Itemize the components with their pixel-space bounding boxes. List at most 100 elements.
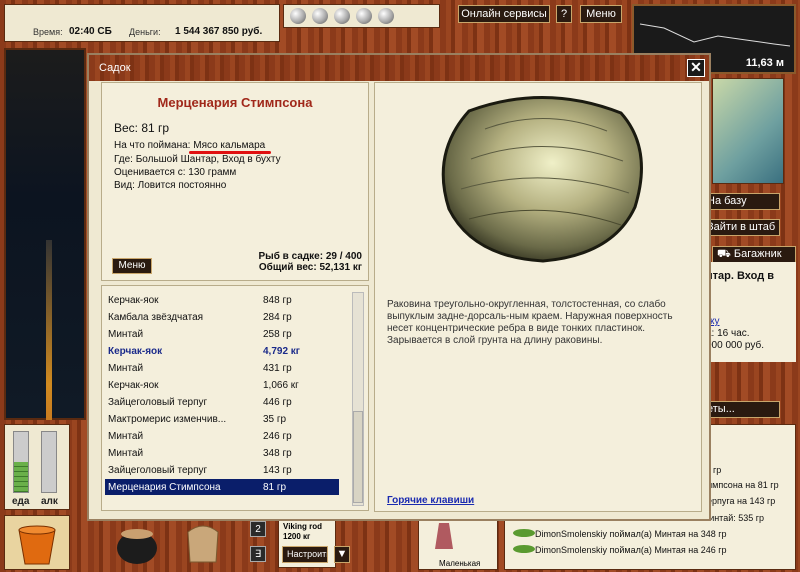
fish-description: Раковина треугольно-округленная, толстос…: [387, 299, 673, 346]
fishing-rod-image: [46, 240, 52, 420]
fish-list-name: Зайцеголовый терпуг: [108, 465, 208, 476]
keepnet-bucket-button[interactable]: [4, 515, 70, 570]
food-meter: [13, 431, 29, 493]
to-base-button[interactable]: На базу: [702, 193, 780, 210]
help-button[interactable]: ?: [556, 5, 572, 23]
fish-weight: Вес: 81 гр: [114, 121, 170, 135]
fish-count: Рыб в садке: 29 / 400: [258, 251, 362, 262]
fish-name: Мерценария Стимпсона: [157, 95, 313, 110]
fish-icon: [513, 545, 535, 553]
fish-list-weight: 35 гр: [263, 414, 287, 425]
fish-list-row[interactable]: Керчак-яок 1,066 кг: [105, 377, 339, 393]
bait-slot-icon[interactable]: [356, 8, 372, 24]
fish-list-row[interactable]: Зайцеголовый терпуг 446 гр: [105, 394, 339, 410]
fish-list-row[interactable]: Камбала звёздчатая 284 гр: [105, 309, 339, 325]
fish-kind: Вид: Ловится постоянно: [114, 180, 227, 191]
caught-on-value: Мясо кальмара: [189, 140, 272, 154]
time-value: 02:40 СБ: [69, 26, 112, 37]
money-value: 1 544 367 850 руб.: [175, 26, 263, 37]
pot-icon[interactable]: [112, 518, 162, 566]
fish-list-name: Минтай: [108, 448, 144, 459]
location-title: нтар. Вход в: [706, 270, 774, 282]
fish-list-name: Керчак-яок: [108, 380, 159, 391]
fish-list-name: Мактромерис изменчив...: [108, 414, 227, 425]
info-money: 000 000 руб.: [706, 340, 764, 351]
alc-label: алк: [41, 496, 58, 507]
fish-list-row[interactable]: Минтай 348 гр: [105, 445, 339, 461]
rod-weight: 1200 кг: [283, 532, 311, 541]
log-line: минтай: 535 гр: [703, 513, 765, 523]
dialog-header: Садок ✕: [89, 55, 709, 81]
rod-name: Viking rod: [283, 522, 322, 531]
fish-list-name: Минтай: [108, 329, 144, 340]
fish-list-row[interactable]: Мерценария Стимпсона 81 гр: [105, 479, 339, 495]
fish-list-row[interactable]: Мактромерис изменчив... 35 гр: [105, 411, 339, 427]
lure-info[interactable]: Маленькая: [418, 518, 498, 570]
online-services-button[interactable]: Онлайн сервисы: [458, 5, 550, 23]
bait-slot-icon[interactable]: [312, 8, 328, 24]
alc-meter: [41, 431, 57, 493]
food-meter-fill: [14, 462, 28, 492]
fish-list-name: Керчак-яок: [108, 346, 163, 357]
log-line: тимпсона на 81 гр: [703, 480, 779, 490]
info-hours: а: 16 час.: [706, 328, 750, 339]
fish-list-name: Керчак-яок: [108, 295, 159, 306]
fish-list-row[interactable]: Керчак-яок 4,792 кг: [105, 343, 339, 359]
setup-button[interactable]: Настроить: [282, 546, 328, 563]
fish-info-panel: Мерценария Стимпсона Вес: 81 гр На что п…: [101, 82, 369, 281]
fish-list-row[interactable]: Зайцеголовый терпуг 143 гр: [105, 462, 339, 478]
close-icon[interactable]: ✕: [687, 59, 705, 77]
fish-list-name: Зайцеголовый терпуг: [108, 397, 208, 408]
list-scrollbar[interactable]: [352, 292, 364, 506]
squid-icon: [435, 523, 453, 549]
water-scene[interactable]: [4, 48, 86, 420]
bait-slot-icon[interactable]: [334, 8, 350, 24]
map-thumbnail[interactable]: [712, 78, 784, 184]
fish-list-row[interactable]: Керчак-яок 848 гр: [105, 292, 339, 308]
bait-slot-icon[interactable]: [290, 8, 306, 24]
fish-list-weight: 848 гр: [263, 295, 292, 306]
depth-value: 11,63 м: [745, 57, 784, 69]
fish-list-weight: 4,792 кг: [263, 346, 300, 357]
fish-list-weight: 284 гр: [263, 312, 292, 323]
bucket-icon: [18, 525, 56, 565]
fish-list-weight: 258 гр: [263, 329, 292, 340]
rod-count-badge[interactable]: 2: [250, 521, 266, 537]
fish-valued-from: Оценивается с: 130 грамм: [114, 167, 237, 178]
sack-icon[interactable]: [180, 518, 226, 566]
fish-list-row[interactable]: Минтай 431 гр: [105, 360, 339, 376]
trunk-label: Багажник: [733, 248, 782, 260]
location-link[interactable]: ку: [710, 316, 720, 327]
food-label: еда: [12, 496, 30, 507]
fish-list-name: Минтай: [108, 363, 144, 374]
more-button[interactable]: еты...: [702, 401, 780, 418]
keepnet-dialog: Садок ✕ Мерценария Стимпсона Вес: 81 гр …: [87, 53, 711, 521]
bait-slot-icon[interactable]: [378, 8, 394, 24]
status-panel: Время: 02:40 СБ Деньги: 1 544 367 850 ру…: [4, 4, 280, 42]
dialog-title: Садок: [99, 62, 131, 74]
fish-list-row[interactable]: Минтай 246 гр: [105, 428, 339, 444]
lure-label: Маленькая: [439, 559, 481, 568]
chevron-down-icon[interactable]: ▼: [334, 546, 350, 563]
fish-list-row[interactable]: Минтай 258 гр: [105, 326, 339, 342]
to-hq-button[interactable]: Зайти в штаб: [702, 219, 780, 236]
fish-list: Керчак-яок 848 гр Камбала звёздчатая 284 гр…: [101, 285, 369, 511]
fish-location: Где: Большой Шантар, Вход в бухту: [114, 154, 281, 165]
caught-on-line: На что поймана: Мясо кальмара: [114, 140, 272, 154]
trunk-button[interactable]: ⛟ Багажник: [712, 246, 796, 263]
keepnet-stats: Рыб в садке: 29 / 400 Общий вес: 52,131 …: [258, 251, 362, 273]
car-icon: ⛟: [717, 248, 734, 260]
fish-list-name: Минтай: [108, 431, 144, 442]
bait-slots: [283, 4, 440, 28]
rod-slot-icon[interactable]: ∃: [250, 546, 266, 562]
total-weight: Общий вес: 52,131 кг: [258, 262, 362, 273]
fish-list-weight: 446 гр: [263, 397, 292, 408]
log-line: DimonSmolenskiy поймал(а) Минтая на 246 …: [535, 545, 727, 555]
dialog-menu-button[interactable]: Меню: [112, 258, 152, 274]
top-menu-button[interactable]: Меню: [580, 5, 622, 23]
hotkeys-link[interactable]: Горячие клавиши: [387, 495, 474, 506]
time-label: Время:: [33, 27, 63, 37]
scrollbar-thumb[interactable]: [353, 411, 363, 503]
fish-list-weight: 143 гр: [263, 465, 292, 476]
fish-list-weight: 431 гр: [263, 363, 292, 374]
